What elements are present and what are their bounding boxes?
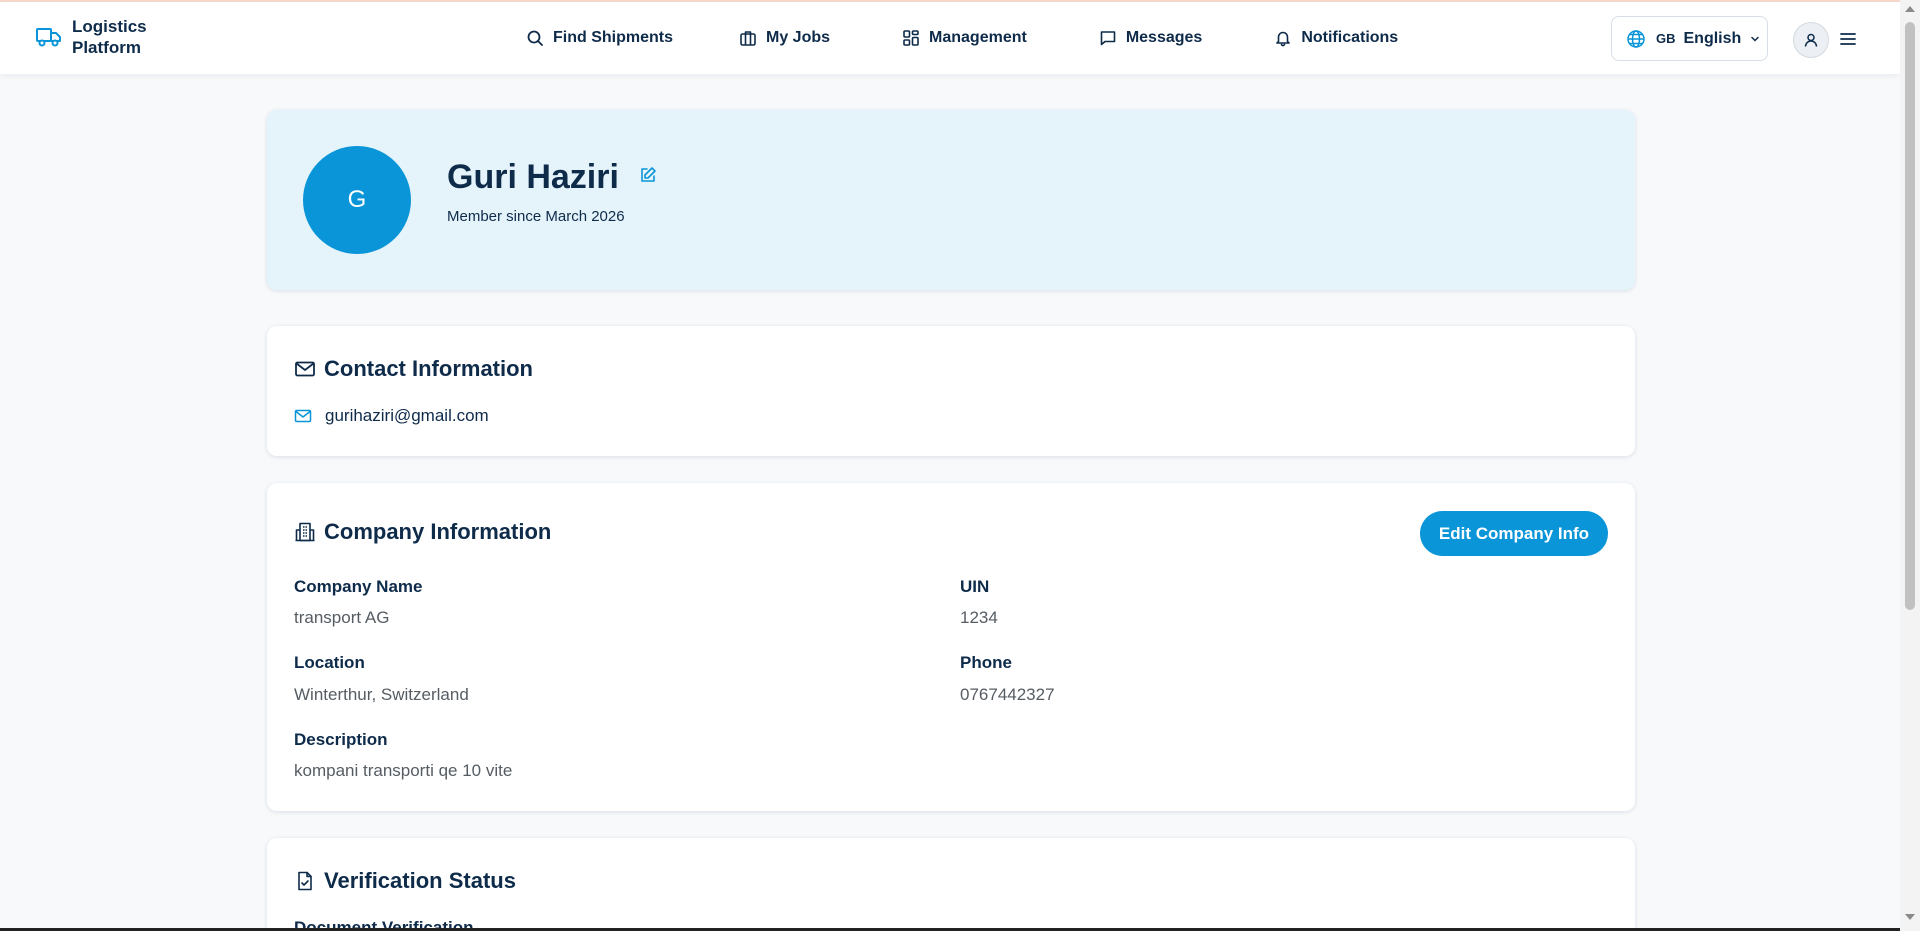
nav-label: Management bbox=[929, 29, 1027, 46]
nav-messages[interactable]: Messages bbox=[1099, 29, 1203, 47]
search-icon bbox=[527, 30, 543, 46]
nav-notifications[interactable]: Notifications bbox=[1274, 29, 1398, 47]
description-value: kompani transporti qe 10 vite bbox=[294, 761, 513, 780]
profile-avatar: G bbox=[303, 146, 411, 254]
brand-logo[interactable]: Logistics Platform bbox=[36, 16, 147, 58]
page-scrollbar[interactable] bbox=[1900, 0, 1920, 931]
mail-icon bbox=[295, 361, 315, 377]
globe-icon bbox=[1627, 29, 1645, 48]
scroll-down-arrow[interactable] bbox=[1905, 914, 1915, 920]
member-since: Member since March 2026 bbox=[447, 208, 625, 225]
email-value[interactable]: gurihaziri@gmail.com bbox=[325, 406, 489, 426]
scroll-thumb[interactable] bbox=[1905, 22, 1915, 610]
location-value: Winterthur, Switzerland bbox=[294, 685, 469, 704]
email-row: gurihaziri@gmail.com bbox=[294, 406, 489, 426]
mail-icon bbox=[294, 409, 312, 423]
profile-name: Guri Haziri bbox=[447, 158, 619, 196]
nav-label: Notifications bbox=[1301, 29, 1399, 46]
user-icon bbox=[1804, 33, 1818, 47]
message-icon bbox=[1100, 31, 1116, 46]
language-name: English bbox=[1683, 29, 1742, 47]
profile-header-card: G Guri Haziri Member since March 2026 bbox=[267, 110, 1635, 290]
user-avatar-button[interactable] bbox=[1793, 22, 1829, 58]
edit-company-info-button[interactable]: Edit Company Info bbox=[1420, 511, 1608, 556]
language-code: GB bbox=[1656, 31, 1676, 46]
hamburger-menu-icon[interactable] bbox=[1838, 30, 1858, 48]
chevron-down-icon bbox=[1751, 36, 1760, 42]
verification-title-text: Verification Status bbox=[324, 868, 516, 893]
main-nav: Find Shipments My Jobs Management Messag… bbox=[526, 2, 1398, 74]
contact-title-text: Contact Information bbox=[324, 356, 533, 381]
verification-section-title: Verification Status bbox=[294, 868, 516, 894]
location-label: Location bbox=[294, 653, 365, 672]
nav-management[interactable]: Management bbox=[902, 29, 1027, 47]
company-name-label: Company Name bbox=[294, 577, 423, 596]
dashboard-icon bbox=[903, 30, 919, 46]
nav-label: Find Shipments bbox=[553, 29, 673, 46]
nav-my-jobs[interactable]: My Jobs bbox=[739, 29, 830, 47]
brand-line-2: Platform bbox=[72, 38, 141, 57]
building-icon bbox=[295, 522, 315, 542]
company-information-card: Company Information Edit Company Info Co… bbox=[267, 483, 1635, 811]
truck-icon bbox=[36, 28, 61, 47]
phone-value: 0767442327 bbox=[960, 685, 1055, 704]
brand-name: Logistics Platform bbox=[72, 16, 147, 58]
company-name-value: transport AG bbox=[294, 608, 390, 627]
briefcase-icon bbox=[740, 31, 756, 46]
uin-value: 1234 bbox=[960, 608, 998, 627]
company-title-text: Company Information bbox=[324, 519, 552, 544]
description-label: Description bbox=[294, 730, 388, 749]
company-section-title: Company Information bbox=[294, 519, 551, 545]
nav-label: My Jobs bbox=[766, 29, 831, 46]
brand-line-1: Logistics bbox=[72, 17, 147, 36]
contact-section-title: Contact Information bbox=[294, 356, 533, 382]
scroll-up-arrow[interactable] bbox=[1905, 6, 1915, 12]
nav-find-shipments[interactable]: Find Shipments bbox=[526, 29, 673, 47]
file-check-icon bbox=[298, 871, 312, 891]
verification-status-card: Verification Status Document Verificatio… bbox=[267, 838, 1635, 931]
nav-label: Messages bbox=[1125, 29, 1203, 46]
edit-profile-icon[interactable] bbox=[639, 166, 657, 184]
top-navbar: Logistics Platform Find Shipments My Job… bbox=[0, 2, 1900, 74]
contact-information-card: Contact Information gurihaziri@gmail.com bbox=[267, 326, 1635, 456]
bell-icon bbox=[1276, 31, 1291, 47]
language-select[interactable]: GB English bbox=[1611, 16, 1768, 61]
phone-label: Phone bbox=[960, 653, 1012, 672]
uin-label: UIN bbox=[960, 577, 990, 596]
